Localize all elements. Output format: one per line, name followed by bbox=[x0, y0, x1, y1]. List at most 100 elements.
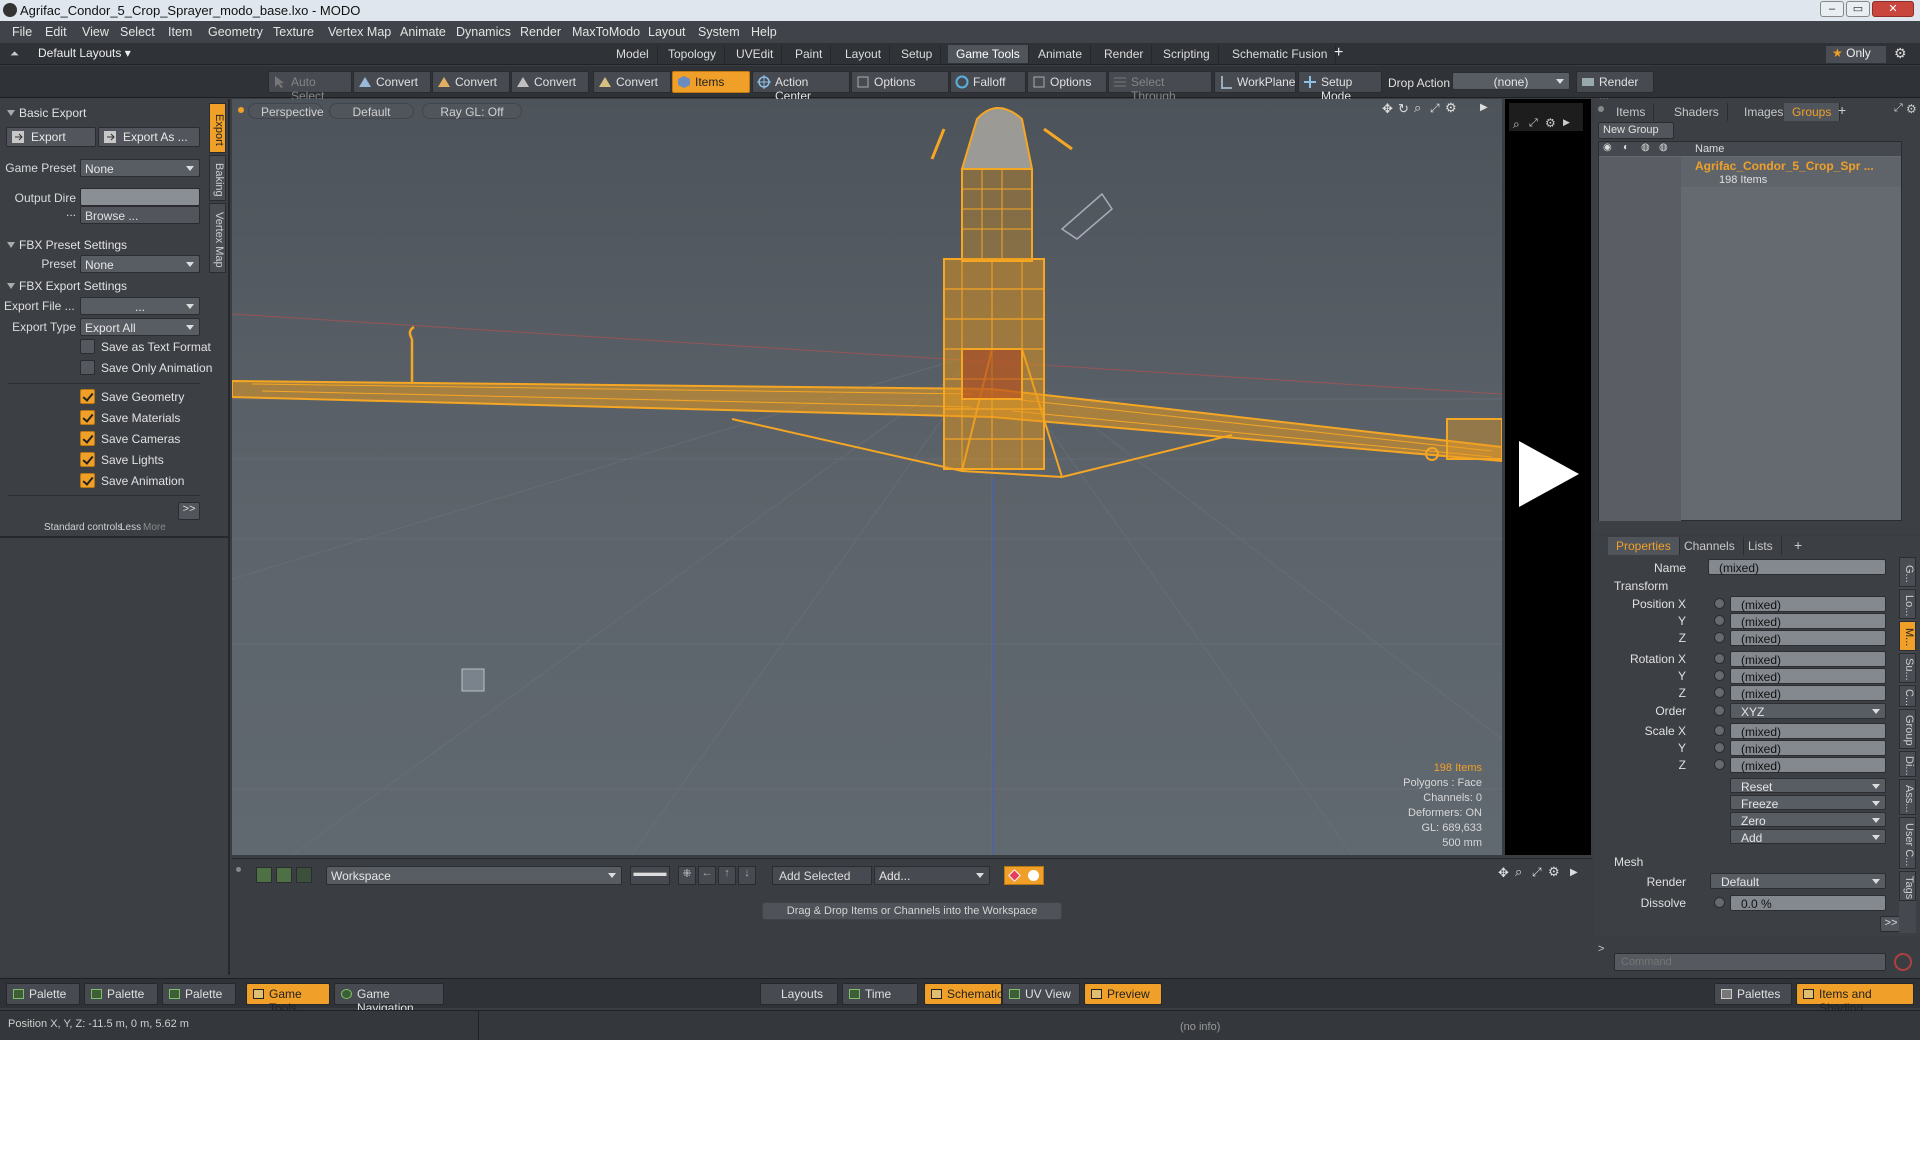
side-tab-m[interactable]: M... bbox=[1899, 621, 1916, 651]
menu-texture[interactable]: Texture bbox=[273, 25, 314, 39]
tab-lists[interactable]: Lists bbox=[1740, 537, 1782, 555]
view-type-button[interactable]: Perspective bbox=[248, 103, 324, 119]
ws-move-icon[interactable]: ✥ bbox=[1498, 865, 1509, 881]
menu-file[interactable]: File bbox=[12, 25, 32, 39]
more-link[interactable]: More bbox=[143, 522, 166, 533]
menu-view[interactable]: View bbox=[82, 25, 109, 39]
keyframe-toggle[interactable] bbox=[1004, 866, 1044, 885]
new-group-button[interactable]: New Group bbox=[1598, 122, 1674, 139]
add-tab-button[interactable]: + bbox=[1794, 537, 1802, 553]
lock-icon[interactable]: ◍ bbox=[1641, 142, 1650, 153]
palette-button-2[interactable]: Palette bbox=[84, 983, 158, 1005]
move-view-icon[interactable]: ✥ bbox=[1382, 101, 1393, 117]
convert-button-1[interactable]: Convert bbox=[353, 71, 431, 93]
channel-dot-icon[interactable] bbox=[1714, 653, 1725, 664]
rotation-x-field[interactable]: (mixed) bbox=[1730, 651, 1886, 667]
side-tab-group[interactable]: Group bbox=[1899, 709, 1916, 749]
tab-shaders[interactable]: Shaders bbox=[1666, 103, 1728, 121]
position-x-field[interactable]: (mixed) bbox=[1730, 596, 1886, 612]
viewport-gear-icon[interactable]: ⚙ bbox=[1445, 100, 1457, 116]
preview-button[interactable]: Preview bbox=[1084, 983, 1162, 1005]
tab-schematic-fusion[interactable]: Schematic Fusion bbox=[1224, 45, 1337, 63]
zoom-view-icon[interactable]: ⌕ bbox=[1414, 100, 1421, 116]
browse-button[interactable]: Browse ... bbox=[80, 206, 200, 224]
falloff-button[interactable]: Falloff bbox=[950, 71, 1026, 93]
position-y-field[interactable]: (mixed) bbox=[1730, 613, 1886, 629]
tab-groups[interactable]: Groups bbox=[1784, 103, 1841, 121]
minimize-button[interactable]: – bbox=[1820, 1, 1844, 17]
output-dir-field[interactable] bbox=[80, 188, 200, 206]
channel-dot-icon[interactable] bbox=[1714, 687, 1725, 698]
channel-dot-icon[interactable] bbox=[1714, 897, 1725, 908]
only-toggle[interactable]: ★ Only bbox=[1826, 46, 1886, 63]
channel-dot-icon[interactable] bbox=[1714, 705, 1725, 716]
menu-system[interactable]: System bbox=[698, 25, 740, 39]
shading-mode-button[interactable]: Default bbox=[329, 103, 414, 119]
transform-section-header[interactable]: Transform bbox=[1614, 579, 1668, 593]
vtab-export[interactable]: Export bbox=[209, 103, 226, 153]
menu-maxtomodo[interactable]: MaxToModo bbox=[572, 25, 640, 39]
scale-y-field[interactable]: (mixed) bbox=[1730, 740, 1886, 756]
items-mode-button[interactable]: Items bbox=[672, 71, 750, 93]
game-preset-dropdown[interactable]: None bbox=[80, 159, 200, 177]
node-icon[interactable]: ⁜ bbox=[678, 866, 696, 885]
tab-topology[interactable]: Topology bbox=[660, 45, 726, 63]
visibility-icon[interactable]: ◉ bbox=[1603, 142, 1612, 153]
tab-scripting[interactable]: Scripting bbox=[1155, 45, 1219, 63]
menu-vertex-map[interactable]: Vertex Map bbox=[328, 25, 391, 39]
layouts-button[interactable]: Layouts bbox=[760, 983, 838, 1005]
vtab-baking[interactable]: Baking bbox=[209, 155, 226, 201]
default-layouts-dropdown[interactable]: Default Layouts ▾ bbox=[38, 46, 131, 60]
channel-dot-icon[interactable] bbox=[1714, 615, 1725, 626]
name-field[interactable]: (mixed) bbox=[1708, 559, 1886, 575]
command-input[interactable] bbox=[1614, 953, 1886, 971]
tab-properties[interactable]: Properties bbox=[1608, 537, 1680, 555]
convert-button-2[interactable]: Convert bbox=[432, 71, 510, 93]
ws-gear-icon[interactable]: ⚙ bbox=[1548, 864, 1560, 880]
viewport-menu-arrow-icon[interactable]: ▶ bbox=[1480, 102, 1488, 113]
channel-dot-icon[interactable] bbox=[1714, 759, 1725, 770]
ws-fit-icon[interactable]: ⤢ bbox=[1532, 865, 1542, 880]
preset-dropdown[interactable]: None bbox=[80, 255, 200, 273]
freeze-dropdown[interactable]: Freeze bbox=[1730, 795, 1886, 811]
menu-edit[interactable]: Edit bbox=[45, 25, 67, 39]
game-navigation-button[interactable]: Game Navigation bbox=[334, 983, 444, 1015]
save-as-text-format-checkbox[interactable] bbox=[80, 339, 95, 354]
select-toggle-icon[interactable]: ◍ bbox=[1659, 142, 1668, 153]
arrow-down-icon[interactable]: ↓ bbox=[738, 866, 756, 885]
dissolve-field[interactable]: 0.0 % bbox=[1730, 895, 1886, 911]
render-toggle-icon[interactable]: ◐ bbox=[1623, 142, 1629, 153]
schematic-button[interactable]: Schematic bbox=[924, 983, 1003, 1005]
render-dropdown[interactable]: Default bbox=[1710, 873, 1886, 889]
tab-paint[interactable]: Paint bbox=[787, 45, 832, 63]
save-lights-checkbox[interactable] bbox=[80, 452, 95, 467]
palettes-button[interactable]: Palettes bbox=[1714, 983, 1792, 1005]
rotation-y-field[interactable]: (mixed) bbox=[1730, 668, 1886, 684]
position-z-field[interactable]: (mixed) bbox=[1730, 630, 1886, 646]
menu-render[interactable]: Render bbox=[520, 25, 561, 39]
channel-dot-icon[interactable] bbox=[1714, 632, 1725, 643]
expand-button[interactable]: >> bbox=[178, 502, 200, 520]
expand-icon[interactable]: ⤢ bbox=[1894, 102, 1903, 115]
fit-view-icon[interactable]: ⤢ bbox=[1430, 101, 1440, 116]
reset-dropdown[interactable]: Reset bbox=[1730, 778, 1886, 794]
export-file-dropdown[interactable]: ... bbox=[80, 297, 200, 315]
convert-button-4[interactable]: Convert bbox=[593, 71, 671, 93]
menu-animate[interactable]: Animate bbox=[400, 25, 446, 39]
scale-x-field[interactable]: (mixed) bbox=[1730, 723, 1886, 739]
fit-icon[interactable]: ⤢ bbox=[1529, 117, 1538, 130]
gear-icon[interactable]: ⚙ bbox=[1894, 45, 1907, 62]
add-selected-button[interactable]: Add Selected bbox=[772, 866, 872, 885]
channel-dot-icon[interactable] bbox=[1714, 742, 1725, 753]
side-tab-c[interactable]: C... bbox=[1899, 685, 1916, 707]
save-only-animation-checkbox[interactable] bbox=[80, 360, 95, 375]
drop-action-dropdown[interactable]: (none) bbox=[1452, 72, 1570, 90]
save-geometry-checkbox[interactable] bbox=[80, 389, 95, 404]
uv-view-button[interactable]: UV View bbox=[1002, 983, 1080, 1005]
ws-search-icon[interactable]: ⌕ bbox=[1515, 864, 1522, 880]
collapse-arrow-icon[interactable]: ⏶ bbox=[10, 48, 19, 61]
tab-setup[interactable]: Setup bbox=[893, 45, 942, 63]
side-tab-user-c[interactable]: User C... bbox=[1899, 817, 1916, 869]
side-tab-tags[interactable]: Tags bbox=[1899, 871, 1916, 901]
palette-button-1[interactable]: Palette bbox=[6, 983, 80, 1005]
